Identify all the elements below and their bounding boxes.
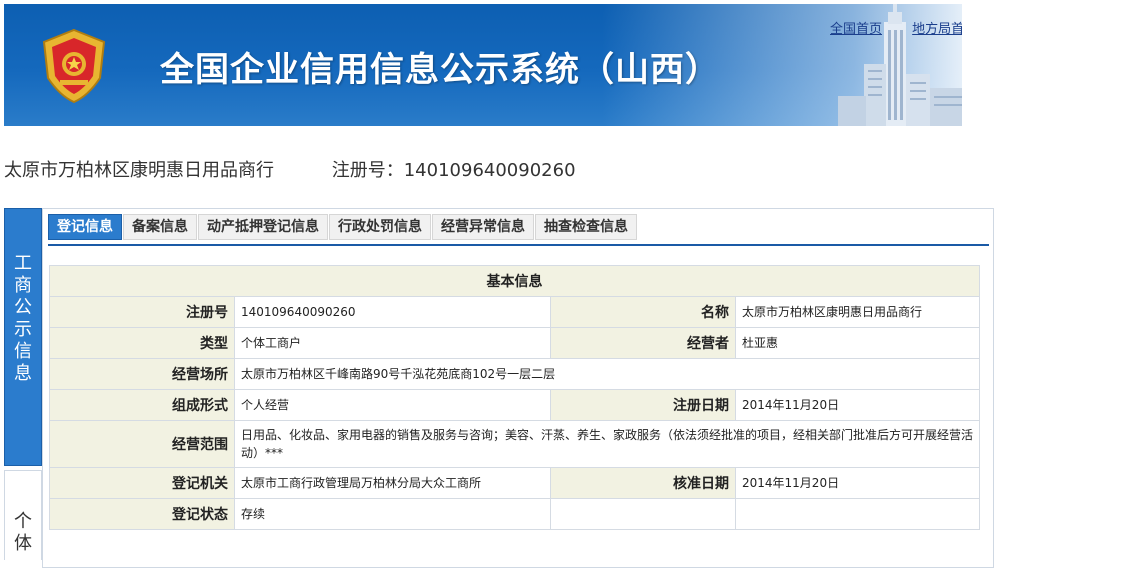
field-value: 个体工商户 — [234, 327, 551, 359]
field-label: 登记状态 — [49, 498, 235, 530]
section-title: 基本信息 — [49, 265, 980, 297]
field-value: 太原市万柏林区康明惠日用品商行 — [735, 296, 980, 328]
top-links: 全国首页 地方局首页 — [830, 18, 962, 37]
page-title: 全国企业信用信息公示系统（山西） — [160, 50, 720, 90]
field-label: 经营者 — [550, 327, 736, 359]
table-row: 组成形式 个人经营 注册日期 2014年11月20日 — [49, 389, 980, 421]
field-label: 经营场所 — [49, 358, 235, 390]
tab-admin-penalty[interactable]: 行政处罚信息 — [329, 214, 431, 240]
side-tab-commerce-info[interactable]: 工商公示信息 — [4, 208, 42, 466]
table-row: 经营场所 太原市万柏林区千峰南路90号千泓花苑底商102号一层二层 — [49, 358, 980, 390]
tab-chattel-mortgage[interactable]: 动产抵押登记信息 — [198, 214, 328, 240]
table-row: 登记状态 存续 — [49, 498, 980, 530]
field-label: 类型 — [49, 327, 235, 359]
field-value: 个人经营 — [234, 389, 551, 421]
empty-cell — [550, 498, 736, 530]
local-home-link[interactable]: 地方局首页 — [912, 22, 962, 37]
field-value: 太原市工商行政管理局万柏林分局大众工商所 — [234, 467, 551, 499]
field-label: 注册号 — [49, 296, 235, 328]
field-value: 2014年11月20日 — [735, 467, 980, 499]
field-value: 太原市万柏林区千峰南路90号千泓花苑底商102号一层二层 — [234, 358, 980, 390]
reg-no-value: 140109640090260 — [403, 160, 576, 181]
tab-filing-info[interactable]: 备案信息 — [123, 214, 197, 240]
field-label: 名称 — [550, 296, 736, 328]
company-name: 太原市万柏林区康明惠日用品商行 — [4, 160, 274, 181]
empty-cell — [735, 498, 980, 530]
table-row: 经营范围 日用品、化妆品、家用电器的销售及服务与咨询；美容、汗蒸、养生、家政服务… — [49, 420, 980, 468]
field-label: 核准日期 — [550, 467, 736, 499]
field-label: 组成形式 — [49, 389, 235, 421]
tab-divider — [48, 244, 989, 246]
tab-spot-check[interactable]: 抽查检查信息 — [535, 214, 637, 240]
field-value: 存续 — [234, 498, 551, 530]
side-tab-label: 个体 — [14, 511, 32, 554]
field-label: 注册日期 — [550, 389, 736, 421]
tab-registration-info[interactable]: 登记信息 — [48, 214, 122, 240]
table-row: 登记机关 太原市工商行政管理局万柏林分局大众工商所 核准日期 2014年11月2… — [49, 467, 980, 499]
header-banner: 全国企业信用信息公示系统（山西） 全国首页 地方局首页 — [4, 4, 962, 126]
field-label: 登记机关 — [49, 467, 235, 499]
tab-abnormal-operation[interactable]: 经营异常信息 — [432, 214, 534, 240]
field-value: 日用品、化妆品、家用电器的销售及服务与咨询；美容、汗蒸、养生、家政服务（依法须经… — [234, 420, 980, 468]
basic-info-table: 基本信息 注册号 140109640090260 名称 太原市万柏林区康明惠日用… — [49, 265, 980, 530]
national-home-link[interactable]: 全国首页 — [830, 22, 882, 37]
company-header: 太原市万柏林区康明惠日用品商行 注册号：140109640090260 — [4, 156, 576, 182]
tab-bar: 登记信息 备案信息 动产抵押登记信息 行政处罚信息 经营异常信息 抽查检查信息 — [48, 214, 638, 240]
main-panel: 登记信息 备案信息 动产抵押登记信息 行政处罚信息 经营异常信息 抽查检查信息 基本信息 … — [42, 208, 994, 568]
field-label: 经营范围 — [49, 420, 235, 468]
field-value: 140109640090260 — [234, 296, 551, 328]
side-tab-label: 工商公示信息 — [14, 253, 32, 384]
national-emblem-icon — [42, 28, 106, 104]
table-row: 注册号 140109640090260 名称 太原市万柏林区康明惠日用品商行 — [49, 296, 980, 328]
field-value: 2014年11月20日 — [735, 389, 980, 421]
field-value: 杜亚惠 — [735, 327, 980, 359]
reg-no-label: 注册号： — [331, 160, 404, 181]
side-tab-individual[interactable]: 个体 — [4, 470, 42, 560]
table-row: 类型 个体工商户 经营者 杜亚惠 — [49, 327, 980, 359]
